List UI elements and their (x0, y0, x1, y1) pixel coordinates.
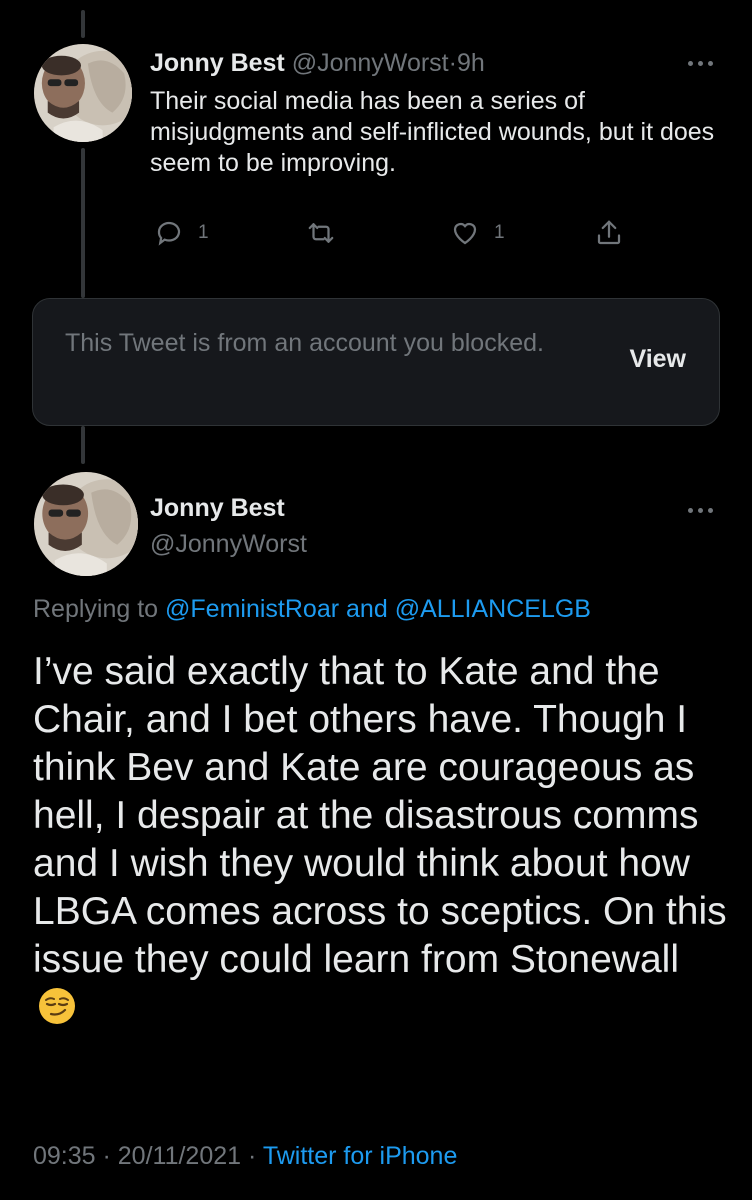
tweet1-separator: · (448, 49, 457, 77)
blocked-tweet-notice: This Tweet is from an account you blocke… (32, 298, 720, 426)
footer-separator: · (248, 1142, 257, 1170)
mention-alliancelgb[interactable]: @ALLIANCELGB (395, 595, 591, 623)
retweet-icon (308, 223, 334, 243)
tweet2-text: I’ve said exactly that to Kate and the C… (33, 650, 727, 981)
replying-to: Replying to @FeministRoar and @ALLIANCEL… (33, 593, 591, 625)
thread-line-top (81, 10, 85, 38)
tweet2-footer: 09:35 · 20/11/2021 · Twitter for iPhone (33, 1142, 457, 1171)
tweet2-display-name[interactable]: Jonny Best (150, 494, 285, 523)
tweet1-display-name[interactable]: Jonny Best (150, 49, 285, 77)
avatar-photo (34, 472, 138, 576)
like-count: 1 (494, 222, 505, 243)
tweet2-source[interactable]: Twitter for iPhone (263, 1142, 458, 1170)
tweet1-time[interactable]: 9h (457, 49, 485, 77)
share-button[interactable] (594, 216, 624, 250)
reply-count: 1 (198, 222, 209, 243)
tweet2-more-icon[interactable] (688, 505, 718, 515)
tweet2-timestamp[interactable]: 09:35 · 20/11/2021 (33, 1142, 241, 1170)
avatar[interactable] (34, 44, 132, 142)
reply-icon (157, 221, 181, 246)
tweet1-text: Their social media has been a series of … (150, 87, 715, 177)
share-icon (597, 220, 621, 245)
tweet1-handle[interactable]: @JonnyWorst (292, 49, 449, 77)
avatar[interactable] (34, 472, 138, 576)
tweet2-text-block: I’ve said exactly that to Kate and the C… (33, 648, 733, 1032)
tweet1-more-icon[interactable] (688, 58, 718, 68)
replying-to-label: Replying to (33, 595, 159, 623)
reply-button[interactable]: 1 (154, 216, 209, 250)
thread-line-tweet1 (81, 148, 85, 298)
thread-line-blocked (81, 426, 85, 464)
tweet1-header: Jonny Best @JonnyWorst·9h (150, 48, 485, 78)
replying-and[interactable]: and (346, 595, 388, 623)
heart-icon (453, 222, 477, 245)
view-button[interactable]: View (629, 345, 686, 374)
smirking-face-icon (39, 988, 75, 1024)
like-button[interactable]: 1 (450, 216, 505, 250)
retweet-button[interactable] (306, 216, 350, 250)
avatar-photo (34, 44, 132, 142)
blocked-notice-text: This Tweet is from an account you blocke… (65, 329, 544, 357)
mention-feministroar[interactable]: @FeministRoar (165, 595, 339, 623)
tweet2-handle[interactable]: @JonnyWorst (150, 530, 307, 559)
